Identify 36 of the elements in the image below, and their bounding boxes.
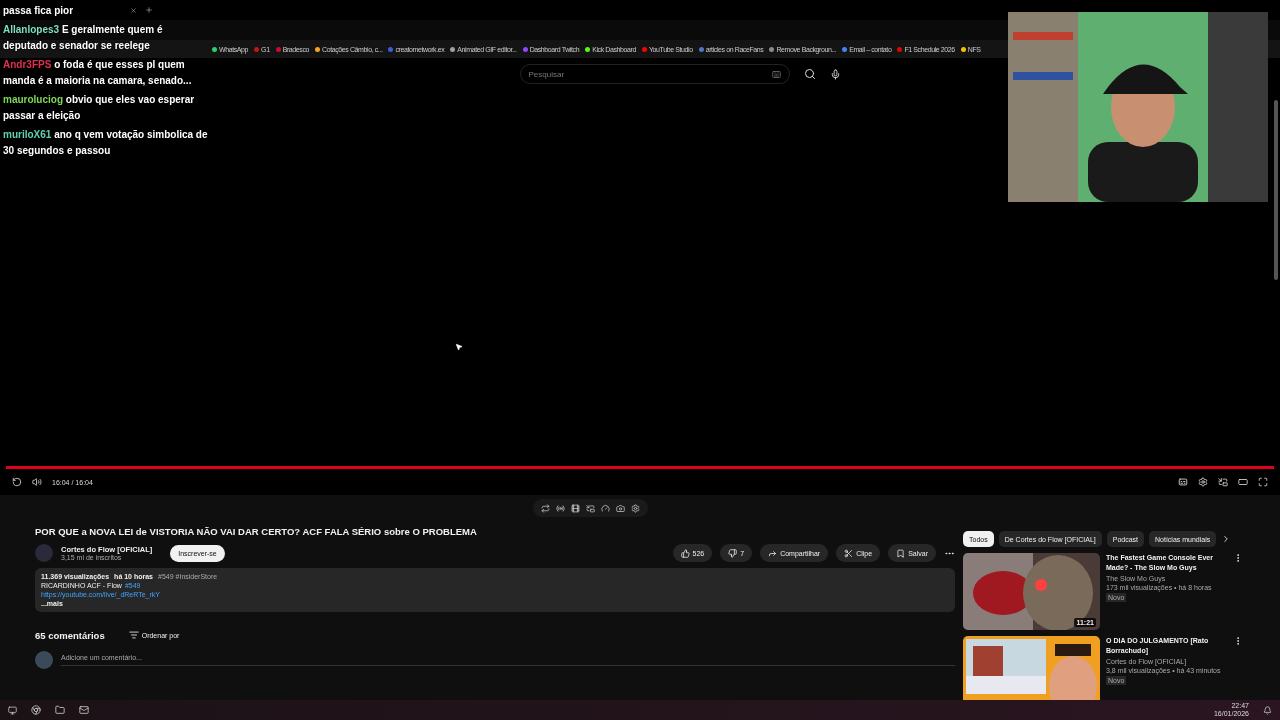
keyboard-icon[interactable] xyxy=(771,69,781,79)
broadcast-icon[interactable] xyxy=(555,503,565,513)
user-avatar xyxy=(35,651,53,669)
fullscreen-icon[interactable] xyxy=(1258,477,1268,487)
mail-icon[interactable] xyxy=(79,705,89,715)
picture-in-picture-icon[interactable] xyxy=(585,503,595,513)
comment-count: 65 comentários xyxy=(35,629,105,641)
scissors-icon xyxy=(844,548,854,558)
bookmark-icon xyxy=(896,548,906,558)
thumbs-up-icon xyxy=(680,548,690,558)
cursor-icon xyxy=(455,343,463,351)
settings-icon[interactable] xyxy=(1198,477,1208,487)
replay-icon[interactable] xyxy=(12,477,22,487)
chat-message: muriloX61 ano q vem votação simbolica de 30 segundos e passou xyxy=(3,128,208,158)
settings-icon[interactable] xyxy=(630,503,640,513)
sort-icon xyxy=(128,630,139,640)
microphone-icon[interactable] xyxy=(829,68,841,80)
folder-icon[interactable] xyxy=(55,705,65,715)
chat-message: Andr3FPS o foda é que esses pl quem manda é a maioria na camara, senado... xyxy=(3,58,193,88)
gauge-icon[interactable] xyxy=(600,503,610,513)
theater-icon[interactable] xyxy=(1238,477,1248,487)
chrome-icon[interactable] xyxy=(31,705,41,715)
volume-icon[interactable] xyxy=(32,477,42,487)
video-title: POR QUE a NOVA LEI de VISTORIA NÃO VAI DAR CERTO? ACF FALA SÉRIO sobre O PROBLEMA xyxy=(35,526,478,537)
miniplayer-icon[interactable] xyxy=(1218,477,1228,487)
share-arrow-icon xyxy=(768,548,778,558)
new-tab-icon[interactable] xyxy=(145,6,153,14)
repeat-icon[interactable] xyxy=(540,503,550,513)
thumbs-down-icon xyxy=(728,548,738,558)
camera-icon[interactable] xyxy=(615,503,625,513)
film-icon[interactable] xyxy=(570,503,580,513)
captions-icon[interactable] xyxy=(1178,477,1188,487)
search-icon[interactable] xyxy=(803,68,816,80)
chat-message: passa fica pior xyxy=(3,4,74,18)
close-icon[interactable] xyxy=(130,6,137,14)
notification-icon[interactable] xyxy=(1263,705,1272,715)
